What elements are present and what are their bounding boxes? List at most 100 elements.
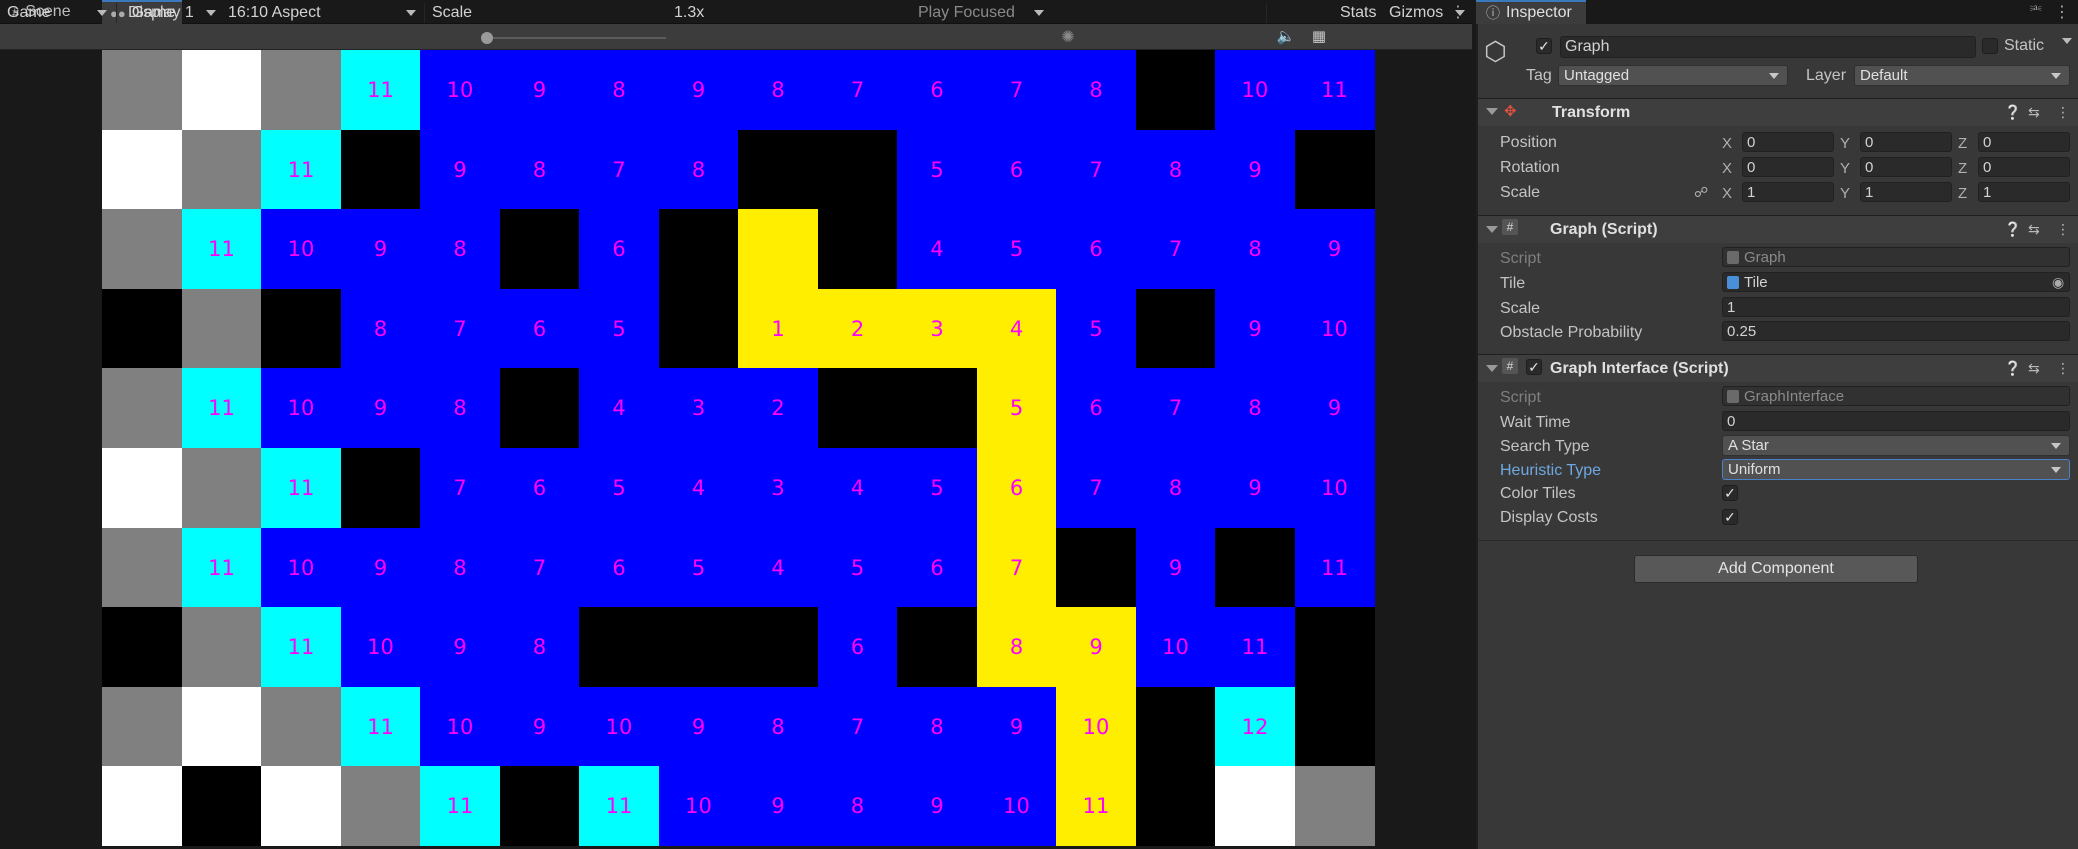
scale-y-axis-label[interactable]: Y <box>1840 185 1850 202</box>
display-dropdown[interactable]: Display 1 <box>128 2 220 24</box>
interface-script-label: Script <box>1500 389 1541 406</box>
display-label: Display 1 <box>128 4 194 21</box>
game-viewport[interactable]: 11 10 9 8 9 8 7 6 7 8 10 11 11 9 8 7 8 5 6 7 8 9 11 10 9 8 6 4 5 6 7 8 9… <box>102 50 1375 847</box>
help-icon[interactable]: ❔ <box>2004 360 2021 377</box>
help-icon[interactable]: ❔ <box>2004 104 2021 121</box>
play-mode-dropdown[interactable]: Play Focused <box>918 2 1048 24</box>
tile-field[interactable]: Tile <box>1722 272 2070 292</box>
scale-z-axis-label[interactable]: Z <box>1958 185 1967 202</box>
object-picker-icon[interactable]: ◉ <box>2052 274 2064 291</box>
preset-icon[interactable]: ⇆ <box>2028 360 2040 377</box>
preset-icon[interactable]: ⇆ <box>2028 221 2040 238</box>
bug-icon[interactable]: ✺ <box>1058 27 1078 47</box>
search-type-dropdown[interactable]: A Star <box>1722 435 2070 456</box>
wall-tile <box>340 448 421 528</box>
unexplored-tile <box>261 766 341 847</box>
open-tile: 9 <box>340 527 421 608</box>
open-tile: 8 <box>420 527 500 608</box>
path-tile: 6 <box>976 448 1057 528</box>
open-tile: 9 <box>1294 209 1375 290</box>
scale-slider-thumb[interactable] <box>481 32 493 44</box>
display-costs-checkbox[interactable]: ✓ <box>1722 509 1738 525</box>
rotation-z-field[interactable]: 0 <box>1978 157 2070 177</box>
scale-x-field[interactable]: 1 <box>1742 182 1834 202</box>
wall-tile <box>817 368 898 449</box>
open-tile: 6 <box>499 288 580 369</box>
graph-scale-field[interactable]: 1 <box>1722 297 2070 317</box>
open-tile: 6 <box>1056 209 1136 290</box>
position-x-axis-label[interactable]: X <box>1722 135 1732 152</box>
more-options-icon[interactable]: ⋮ <box>2056 360 2070 377</box>
help-icon[interactable]: ❔ <box>2004 221 2021 238</box>
grid-view-icon[interactable]: ▦ <box>1308 27 1330 47</box>
open-tile: 7 <box>1135 209 1216 290</box>
open-tile: 5 <box>817 527 898 608</box>
open-tile: 8 <box>1056 50 1136 130</box>
scale-x-axis-label[interactable]: X <box>1722 185 1732 202</box>
aspect-dropdown[interactable]: 16:10 Aspect <box>228 2 420 24</box>
open-tile: 7 <box>420 288 500 369</box>
stats-button[interactable]: Stats <box>1340 2 1384 24</box>
chevron-down-icon <box>1034 10 1044 16</box>
add-component-button[interactable]: Add Component <box>1634 555 1918 583</box>
tile-label: Tile <box>1500 275 1526 292</box>
open-tile: 4 <box>738 527 818 608</box>
color-tiles-checkbox[interactable]: ✓ <box>1722 485 1738 501</box>
tab-inspector[interactable]: ⓘ Inspector <box>1476 0 1586 24</box>
layer-dropdown[interactable]: Default <box>1854 65 2070 86</box>
static-checkbox[interactable] <box>1982 38 1998 54</box>
wall-tile <box>817 209 898 290</box>
chevron-down-icon[interactable] <box>2062 38 2072 44</box>
more-options-icon[interactable]: ⋮ <box>2056 221 2070 238</box>
wall-tile <box>499 766 580 847</box>
position-y-field[interactable]: 0 <box>1860 132 1952 152</box>
object-name-field[interactable]: Graph <box>1560 36 1976 58</box>
rotation-y-field[interactable]: 0 <box>1860 157 1952 177</box>
heuristic-type-dropdown[interactable]: Uniform <box>1722 459 2070 480</box>
wall-tile <box>1215 527 1295 608</box>
component-enabled-checkbox[interactable]: ✓ <box>1526 359 1542 375</box>
transform-title: Transform <box>1552 104 1631 121</box>
position-z-field[interactable]: 0 <box>1978 132 2070 152</box>
open-tile: 10 <box>420 50 500 130</box>
rotation-y-axis-label[interactable]: Y <box>1840 160 1850 177</box>
foldout-arrow-icon[interactable] <box>1486 365 1498 372</box>
scale-slider-track[interactable] <box>486 37 666 39</box>
path-tile: 1 <box>738 288 818 369</box>
gizmos-dropdown[interactable]: Gizmos <box>1389 2 1469 24</box>
path-tile: 3 <box>897 288 977 369</box>
position-z-axis-label[interactable]: Z <box>1958 135 1967 152</box>
more-options-icon[interactable]: ⋮ <box>2054 2 2072 22</box>
link-icon[interactable]: ☍ <box>1694 184 1708 201</box>
rotation-x-field[interactable]: 0 <box>1742 157 1834 177</box>
preset-icon[interactable]: ⇆ <box>2028 104 2040 121</box>
audio-icon[interactable]: 🔈 <box>1276 27 1296 47</box>
scale-z-field[interactable]: 1 <box>1978 182 2070 202</box>
scale-y-field[interactable]: 1 <box>1860 182 1952 202</box>
rotation-z-axis-label[interactable]: Z <box>1958 160 1967 177</box>
frontier-tile: 11 <box>340 686 421 767</box>
tag-dropdown[interactable]: Untagged <box>1558 65 1788 86</box>
more-options-icon[interactable]: ⋮ <box>2056 104 2070 121</box>
wall-tile <box>579 607 659 688</box>
obstacle-probability-field[interactable]: 0.25 <box>1722 321 2070 341</box>
visited-tile <box>102 368 182 449</box>
path-tile: 4 <box>976 288 1057 369</box>
position-x-field[interactable]: 0 <box>1742 132 1834 152</box>
open-tile: 10 <box>976 766 1057 847</box>
foldout-arrow-icon[interactable] <box>1486 226 1498 233</box>
open-tile: 5 <box>976 209 1057 290</box>
active-checkbox[interactable]: ✓ <box>1536 38 1552 54</box>
search-type-label: Search Type <box>1500 438 1590 455</box>
wall-tile <box>1135 766 1216 847</box>
frontier-tile: 11 <box>181 209 262 290</box>
game-mode-dropdown[interactable]: Game <box>7 2 111 24</box>
wait-time-field[interactable]: 0 <box>1722 411 2070 431</box>
rotation-x-axis-label[interactable]: X <box>1722 160 1732 177</box>
open-tile: 7 <box>1056 448 1136 528</box>
lock-icon[interactable]: ⎃ <box>2030 2 2048 22</box>
foldout-arrow-icon[interactable] <box>1486 108 1498 115</box>
open-tile: 8 <box>340 288 421 369</box>
position-y-axis-label[interactable]: Y <box>1840 135 1850 152</box>
open-tile: 5 <box>1056 288 1136 369</box>
